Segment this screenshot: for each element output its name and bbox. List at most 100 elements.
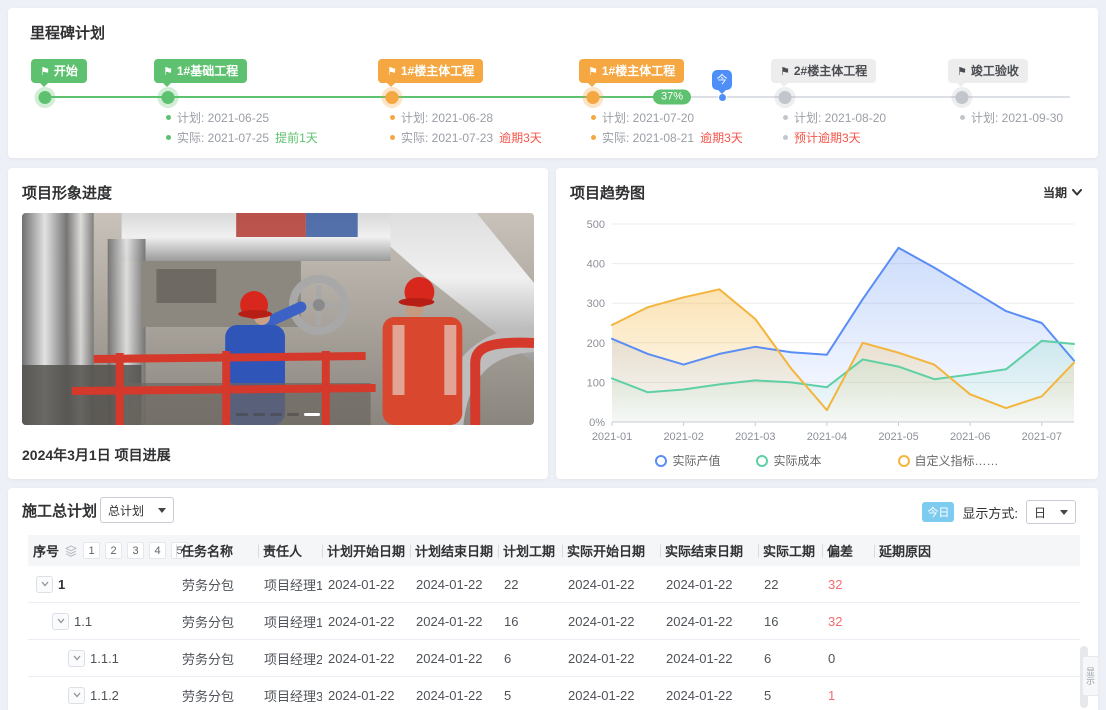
level-button-2[interactable]: 2: [105, 542, 122, 559]
bullet-dot: [591, 135, 596, 140]
cell-task-name: 劳务分包: [176, 649, 258, 668]
cell-deviation: 1: [822, 688, 874, 703]
cell-plan-days: 5: [498, 688, 562, 703]
milestone-label: 1#楼主体工程: [602, 64, 675, 78]
plan-date: 计划: 2021-08-20: [794, 109, 886, 126]
forecast-note: 预计逾期3天: [794, 129, 861, 146]
actual-date: 实际: 2021-07-25: [177, 129, 269, 146]
photo-card: 项目形象进度: [8, 168, 548, 479]
photo-title: 项目形象进度: [22, 182, 112, 203]
flag-icon: ⚑: [957, 66, 967, 78]
column-header: 实际结束日期: [660, 535, 758, 566]
carousel-dot[interactable]: [287, 413, 299, 416]
legend-marker: [756, 455, 768, 467]
column-header: 计划开始日期: [322, 535, 410, 566]
side-tab-show[interactable]: 显示: [1082, 656, 1098, 696]
legend-label: 实际成本: [773, 452, 821, 469]
carousel-dot[interactable]: [304, 413, 320, 416]
carousel-dot[interactable]: [236, 413, 248, 416]
level-button-4[interactable]: 4: [149, 542, 166, 559]
bullet-dot: [960, 115, 965, 120]
cell-owner: 项目经理1: [258, 612, 322, 631]
cell-deviation: 32: [822, 614, 874, 629]
milestone-badge: ⚑开始: [31, 59, 87, 83]
timeline-progress-line: [45, 96, 672, 98]
expand-row-icon[interactable]: [36, 576, 53, 593]
today-icon: 今: [712, 70, 732, 90]
milestone-node: [587, 91, 600, 104]
cell-actual-start: 2024-01-22: [562, 614, 660, 629]
row-id: 1.1.1: [90, 651, 119, 666]
table-row: 1.1.2劳务分包项目经理32024-01-222024-01-2252024-…: [28, 677, 1080, 710]
milestone-dates: 计划: 2021-08-20 预计逾期3天: [783, 107, 886, 147]
svg-text:100: 100: [587, 377, 605, 389]
period-select[interactable]: 当期: [1043, 184, 1082, 201]
plan-type-select-value: 总计划: [108, 502, 144, 519]
milestone-dates: 计划: 2021-06-28实际: 2021-07-23 逾期3天: [390, 107, 542, 147]
today-badge[interactable]: 今日: [922, 502, 954, 522]
cell-plan-start: 2024-01-22: [322, 688, 410, 703]
milestone-timeline: ⚑开始⚑1#基础工程计划: 2021-06-25实际: 2021-07-25 提…: [8, 8, 1098, 158]
legend-marker: [898, 455, 910, 467]
plan-type-select[interactable]: 总计划: [100, 497, 174, 523]
cell-plan-days: 6: [498, 651, 562, 666]
actual-date: 实际: 2021-08-21: [602, 129, 694, 146]
cell-actual-end: 2024-01-22: [660, 577, 758, 592]
milestone-dates: 计划: 2021-07-20实际: 2021-08-21 逾期3天: [591, 107, 743, 147]
row-id: 1.1: [74, 614, 92, 629]
svg-text:2021-02: 2021-02: [663, 431, 703, 443]
cell-actual-start: 2024-01-22: [562, 577, 660, 592]
dashboard-page: 里程碑计划 ⚑开始⚑1#基础工程计划: 2021-06-25实际: 2021-0…: [0, 0, 1106, 710]
cell-plan-days: 22: [498, 577, 562, 592]
svg-text:300: 300: [587, 298, 605, 310]
expand-row-icon[interactable]: [68, 650, 85, 667]
level-button-1[interactable]: 1: [83, 542, 100, 559]
milestone-plan-row: 计划: 2021-08-20: [783, 107, 886, 127]
cell-plan-start: 2024-01-22: [322, 577, 410, 592]
display-mode-label: 显示方式:: [962, 503, 1018, 522]
cell-actual-start: 2024-01-22: [562, 651, 660, 666]
carousel-dot[interactable]: [253, 413, 265, 416]
table-header-row: 序号12345任务名称责任人计划开始日期计划结束日期计划工期实际开始日期实际结束…: [28, 535, 1080, 566]
legend-item[interactable]: 自定义指标……: [898, 452, 999, 469]
cell-plan-end: 2024-01-22: [410, 577, 498, 592]
cell-plan-start: 2024-01-22: [322, 614, 410, 629]
column-header: 责任人: [258, 535, 322, 566]
row-id: 1.1.2: [90, 688, 119, 703]
svg-text:0%: 0%: [589, 417, 605, 429]
cell-actual-end: 2024-01-22: [660, 651, 758, 666]
carousel-dot[interactable]: [270, 413, 282, 416]
chevron-down-icon: [1060, 510, 1068, 515]
seq-header-label: 序号: [33, 541, 59, 560]
row-seq-cell: 1.1.2: [28, 687, 176, 704]
legend-item[interactable]: 实际成本: [756, 452, 821, 469]
plan-date: 计划: 2021-06-25: [177, 109, 269, 126]
photo-caption: 2024年3月1日 项目进展: [22, 445, 171, 465]
flag-icon: ⚑: [163, 66, 173, 78]
cell-owner: 项目经理1: [258, 575, 322, 594]
column-header-seq: 序号12345: [28, 535, 176, 566]
level-button-3[interactable]: 3: [127, 542, 144, 559]
milestone-dates: 计划: 2021-06-25实际: 2021-07-25 提前1天: [166, 107, 318, 147]
display-mode-select[interactable]: 日: [1026, 500, 1076, 524]
legend-label: 实际产值: [672, 452, 720, 469]
column-header: 计划结束日期: [410, 535, 498, 566]
svg-text:2021-04: 2021-04: [807, 431, 847, 443]
milestone-label: 1#基础工程: [177, 64, 238, 78]
milestone-badge: ⚑竣工验收: [948, 59, 1028, 83]
svg-text:200: 200: [587, 338, 605, 350]
cell-task-name: 劳务分包: [176, 612, 258, 631]
table-row: 1劳务分包项目经理12024-01-222024-01-22222024-01-…: [28, 566, 1080, 603]
legend-item[interactable]: 实际产值: [655, 452, 720, 469]
flag-icon: ⚑: [780, 66, 790, 78]
flag-icon: ⚑: [588, 66, 598, 78]
progress-photo[interactable]: [22, 213, 534, 425]
expand-row-icon[interactable]: [52, 613, 69, 630]
carousel-dots: [236, 413, 320, 416]
milestone-badge: ⚑1#楼主体工程: [378, 59, 483, 83]
bullet-dot: [166, 135, 171, 140]
cell-plan-end: 2024-01-22: [410, 614, 498, 629]
cell-deviation: 32: [822, 577, 874, 592]
bullet-dot: [390, 115, 395, 120]
expand-row-icon[interactable]: [68, 687, 85, 704]
